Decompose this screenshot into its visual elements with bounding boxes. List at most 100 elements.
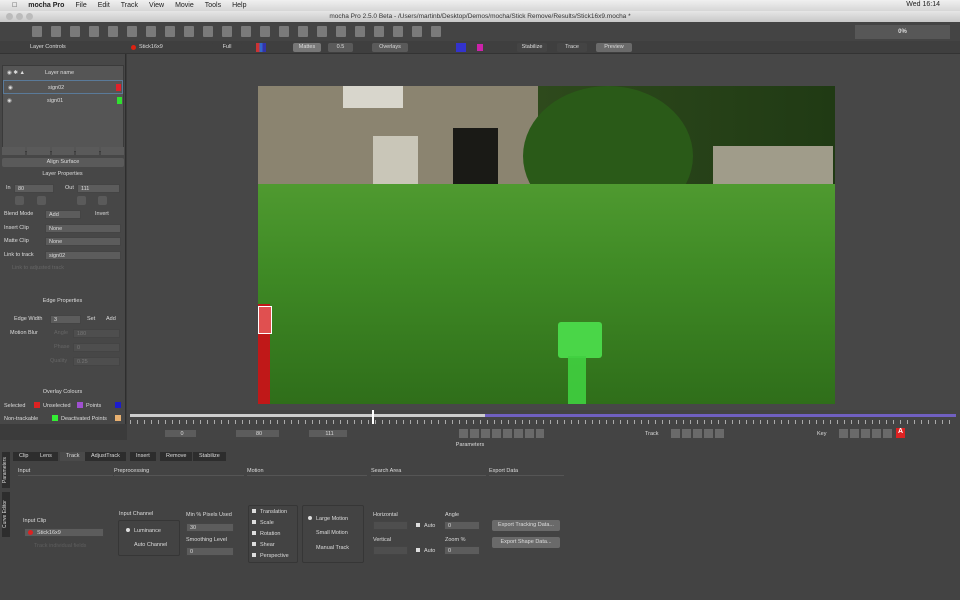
- set-out-button[interactable]: [98, 196, 107, 205]
- in-frame-field[interactable]: 0: [164, 429, 197, 438]
- apple-icon[interactable]: : [12, 2, 17, 9]
- tab-insert[interactable]: Insert: [130, 452, 156, 461]
- bezier-icon[interactable]: [317, 26, 327, 37]
- blur-quality-field[interactable]: 0.25: [73, 357, 120, 366]
- zoom-icon[interactable]: [260, 26, 270, 37]
- stabilize-button[interactable]: Stabilize: [517, 43, 547, 52]
- luminance-radio[interactable]: Luminance: [126, 528, 161, 534]
- layer-item[interactable]: ◉ sign02: [3, 80, 123, 94]
- magnet-icon[interactable]: [374, 26, 384, 37]
- link-to-track-select[interactable]: sign02: [45, 251, 121, 260]
- rotation-checkbox[interactable]: Rotation: [252, 531, 281, 537]
- shear-checkbox[interactable]: Shear: [252, 542, 275, 548]
- out-point-field[interactable]: 111: [77, 184, 120, 193]
- export-tracking-data-button[interactable]: Export Tracking Data...: [492, 520, 560, 531]
- track-controls[interactable]: [671, 429, 726, 438]
- sign02-shape[interactable]: [258, 306, 272, 334]
- min-pixels-field[interactable]: 30: [186, 523, 234, 532]
- track-individual-fields-checkbox[interactable]: Track individual fields: [34, 543, 86, 549]
- overlay-color-icon[interactable]: [456, 43, 466, 52]
- redo-icon[interactable]: [108, 26, 118, 37]
- new-project-icon[interactable]: [32, 26, 42, 37]
- tab-track[interactable]: Track: [60, 452, 86, 461]
- pointer-icon[interactable]: [222, 26, 232, 37]
- search-zoom-field[interactable]: 0: [444, 546, 480, 555]
- remove-point-icon[interactable]: [184, 26, 194, 37]
- preview-button[interactable]: Preview: [596, 43, 632, 52]
- menu-app[interactable]: mocha Pro: [28, 2, 64, 9]
- move-icon[interactable]: [431, 26, 441, 37]
- edge-width-field[interactable]: 3: [50, 315, 81, 324]
- save-icon[interactable]: [70, 26, 80, 37]
- open-icon[interactable]: [51, 26, 61, 37]
- align-surface-button[interactable]: Align Surface: [2, 158, 124, 167]
- minimize-button[interactable]: [16, 13, 23, 20]
- menu-help[interactable]: Help: [232, 2, 246, 9]
- auto-channel-radio[interactable]: Auto Channel: [126, 542, 167, 548]
- scale-icon[interactable]: [412, 26, 422, 37]
- keyframe-controls[interactable]: [839, 429, 894, 438]
- magenta-icon[interactable]: [477, 44, 483, 51]
- menu-movie[interactable]: Movie: [175, 2, 194, 9]
- horizontal-auto-checkbox[interactable]: Auto: [416, 523, 435, 529]
- view-mode-select[interactable]: Mattes: [293, 43, 321, 52]
- edge-set-button[interactable]: Set: [87, 316, 95, 322]
- goto-in-button[interactable]: [37, 196, 46, 205]
- autokey-button[interactable]: A: [896, 428, 905, 438]
- blur-phase-field[interactable]: 0: [73, 343, 120, 352]
- add-point-icon[interactable]: [165, 26, 175, 37]
- zoom-level[interactable]: 0.5: [328, 43, 353, 52]
- clip-select[interactable]: Stick16x9: [139, 43, 201, 52]
- select-points-icon[interactable]: [146, 26, 156, 37]
- blur-angle-field[interactable]: 180: [73, 329, 120, 338]
- tab-adjusttrack[interactable]: AdjustTrack: [85, 452, 126, 461]
- selected-color-swatch[interactable]: [34, 402, 40, 408]
- unlock-layer-button[interactable]: [101, 147, 124, 155]
- matte-clip-select[interactable]: None: [45, 237, 121, 246]
- non-trackable-color-swatch[interactable]: [52, 415, 58, 421]
- invert-checkbox[interactable]: Invert: [95, 211, 109, 217]
- lock-layer-button[interactable]: [76, 147, 100, 155]
- curve-icon[interactable]: [355, 26, 365, 37]
- layer-item[interactable]: ◉ sign01: [3, 94, 123, 108]
- out-frame-field[interactable]: 111: [308, 429, 348, 438]
- deactivated-color-swatch[interactable]: [115, 415, 121, 421]
- close-button[interactable]: [6, 13, 13, 20]
- points-color-swatch[interactable]: [115, 402, 121, 408]
- xspline-add-icon[interactable]: [298, 26, 308, 37]
- layer-color-swatch[interactable]: [116, 84, 121, 91]
- tab-lens[interactable]: Lens: [34, 452, 58, 461]
- transform-icon[interactable]: [203, 26, 213, 37]
- scale-checkbox[interactable]: Scale: [252, 520, 274, 526]
- side-tab-parameters[interactable]: Parameters: [2, 452, 10, 488]
- unselected-color-swatch[interactable]: [77, 402, 83, 408]
- vertical-auto-checkbox[interactable]: Auto: [416, 548, 435, 554]
- bezier-add-icon[interactable]: [336, 26, 346, 37]
- vertical-field[interactable]: [373, 546, 408, 555]
- resolution-select[interactable]: Full: [212, 43, 242, 52]
- group-layer-button[interactable]: [51, 147, 75, 155]
- menu-tools[interactable]: Tools: [205, 2, 221, 9]
- duplicate-layer-button[interactable]: [2, 147, 25, 155]
- video-frame[interactable]: [258, 86, 835, 404]
- eye-icon[interactable]: ◉: [8, 81, 13, 95]
- eye-icon[interactable]: ◉: [7, 94, 12, 108]
- tab-remove[interactable]: Remove: [160, 452, 193, 461]
- zoom-button[interactable]: [26, 13, 33, 20]
- in-point-field[interactable]: 80: [14, 184, 54, 193]
- layer-color-swatch[interactable]: [117, 97, 122, 104]
- undo-icon[interactable]: [89, 26, 99, 37]
- translation-checkbox[interactable]: Translation: [252, 509, 287, 515]
- blend-mode-select[interactable]: Add: [45, 210, 81, 219]
- menu-track[interactable]: Track: [121, 2, 138, 9]
- menu-file[interactable]: File: [75, 2, 86, 9]
- rotate-icon[interactable]: [393, 26, 403, 37]
- export-shape-data-button[interactable]: Export Shape Data...: [492, 537, 560, 548]
- channels-icon[interactable]: [256, 43, 266, 52]
- xspline-icon[interactable]: [279, 26, 289, 37]
- edge-add-button[interactable]: Add: [106, 316, 116, 322]
- manual-track-radio[interactable]: Manual Track: [308, 545, 349, 551]
- menu-edit[interactable]: Edit: [98, 2, 110, 9]
- menu-view[interactable]: View: [149, 2, 164, 9]
- playback-controls[interactable]: [459, 429, 544, 438]
